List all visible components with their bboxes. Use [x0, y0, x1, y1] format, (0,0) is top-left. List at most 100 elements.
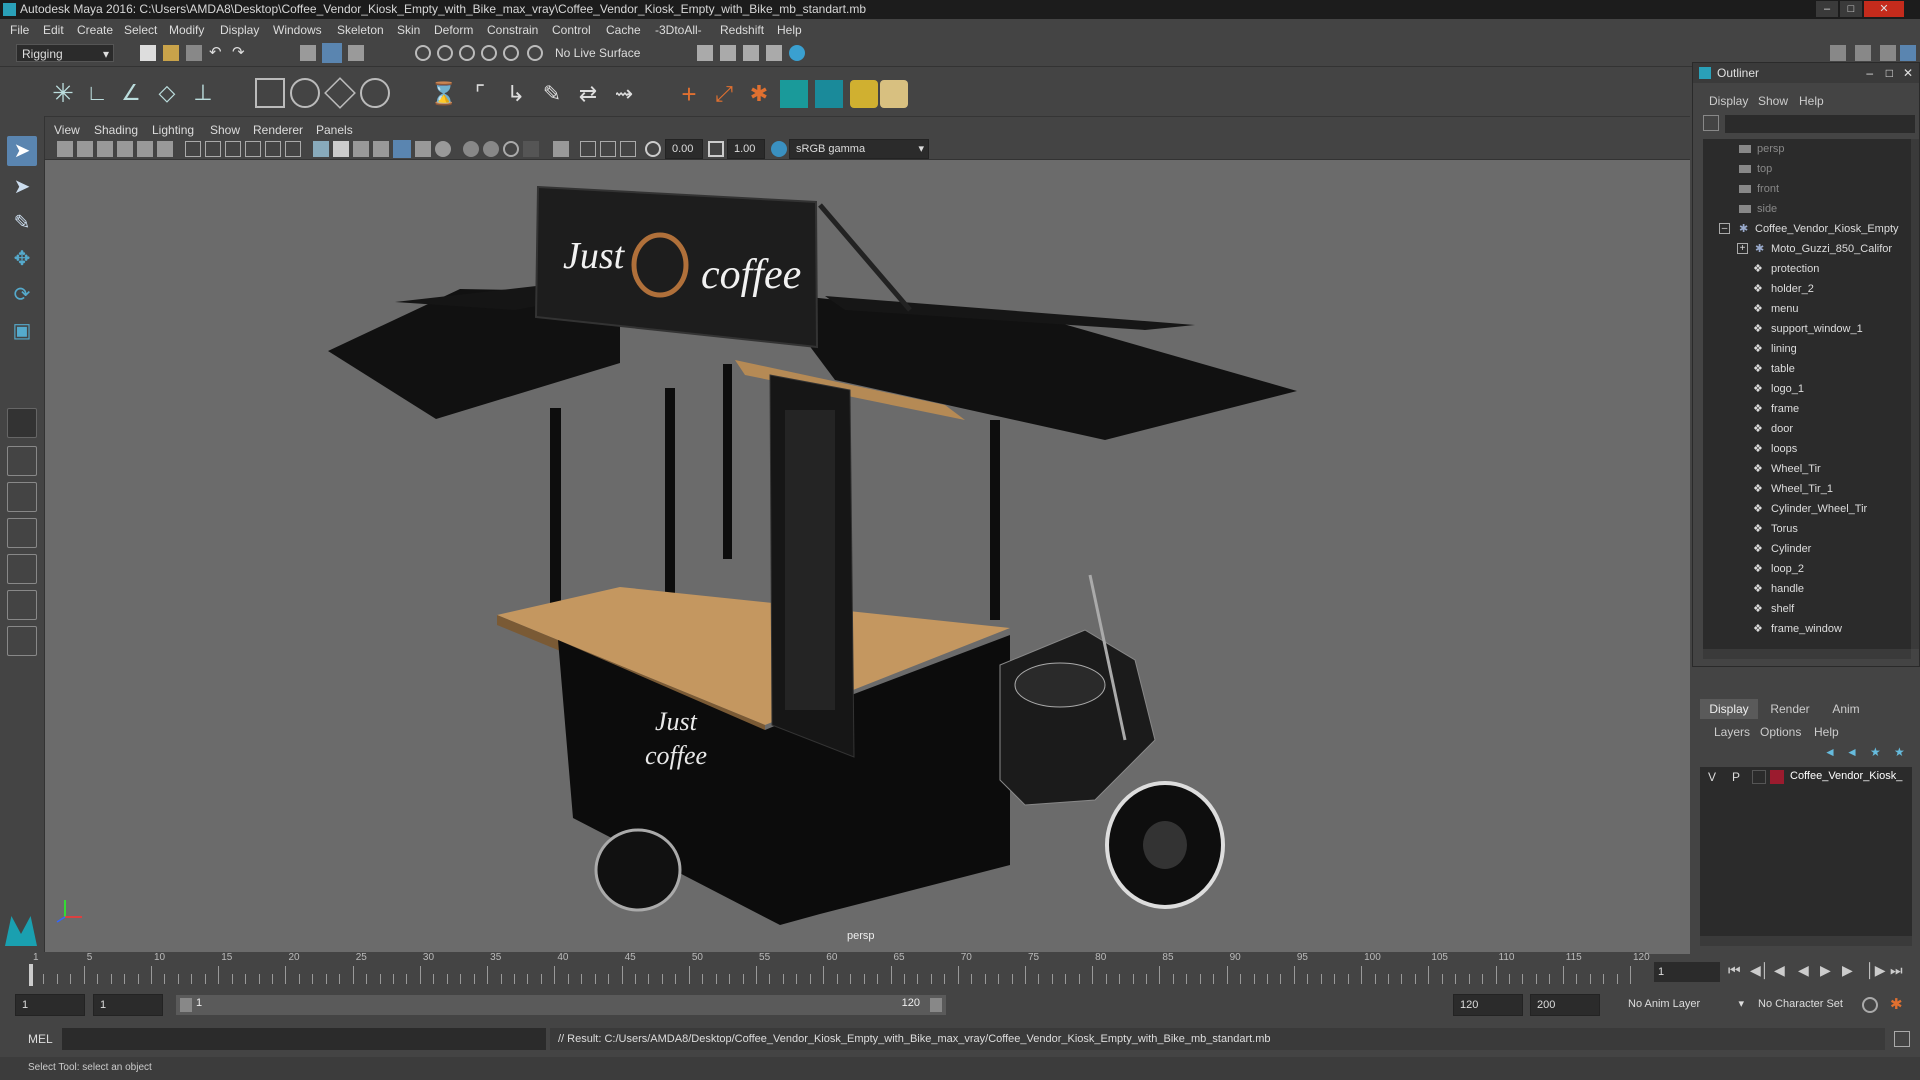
camera-attributes-icon[interactable]: [77, 141, 93, 157]
outliner-search-input[interactable]: [1725, 115, 1915, 133]
hypershade-icon[interactable]: [789, 45, 805, 61]
command-language-toggle[interactable]: MEL: [28, 1032, 53, 1046]
snap-point-icon[interactable]: [459, 45, 475, 61]
screen-space-ao-icon[interactable]: [463, 141, 479, 157]
menu-skin[interactable]: Skin: [397, 23, 420, 37]
grid-icon[interactable]: [185, 141, 201, 157]
cluster-icon[interactable]: [290, 78, 320, 108]
default-material-icon[interactable]: [353, 141, 369, 157]
select-by-hierarchy-icon[interactable]: [300, 45, 316, 61]
snap-live-icon[interactable]: [503, 45, 519, 61]
outliner-item-holder-2[interactable]: ❖ holder_2: [1703, 279, 1911, 299]
soft-mod-icon[interactable]: [360, 78, 390, 108]
outliner-horizontal-scrollbar[interactable]: [1703, 649, 1911, 659]
xray-active-components-icon[interactable]: [620, 141, 636, 157]
go-to-end-icon[interactable]: ⏭: [1890, 962, 1903, 979]
script-editor-icon[interactable]: [1894, 1031, 1910, 1047]
outliner-item-protection[interactable]: ❖ protection: [1703, 259, 1911, 279]
move-tool-icon[interactable]: ✥: [7, 244, 37, 274]
scale-tool-icon[interactable]: ▣: [7, 316, 37, 346]
layer-menu-help[interactable]: Help: [1814, 725, 1839, 739]
menu-cache[interactable]: Cache: [606, 23, 641, 37]
character-set-dropdown[interactable]: No Character Set: [1752, 994, 1864, 1016]
wrap-deformer-icon[interactable]: [324, 77, 356, 109]
snap-view-plane-icon[interactable]: [481, 45, 497, 61]
ipr-render-icon[interactable]: [743, 45, 759, 61]
menu-display[interactable]: Display: [220, 23, 259, 37]
layer-row[interactable]: V P Coffee_Vendor_Kiosk_: [1700, 767, 1912, 787]
range-handle-start[interactable]: [180, 998, 192, 1012]
xray-icon[interactable]: [580, 141, 596, 157]
outliner-item-handle[interactable]: ❖ handle: [1703, 579, 1911, 599]
outliner-item-door[interactable]: ❖ door: [1703, 419, 1911, 439]
depth-of-field-icon[interactable]: [523, 141, 539, 157]
snap-grid-icon[interactable]: [415, 45, 431, 61]
outliner-item-logo-1[interactable]: ❖ logo_1: [1703, 379, 1911, 399]
step-forward-frame-icon[interactable]: │▶: [1866, 962, 1886, 979]
menu-redshift[interactable]: Redshift: [720, 23, 764, 37]
field-chart-icon[interactable]: [265, 141, 281, 157]
gamma-icon[interactable]: [708, 141, 724, 157]
step-back-frame-icon[interactable]: ◀│: [1750, 962, 1770, 979]
undo-icon[interactable]: ↶: [209, 45, 225, 61]
outliner-maximize-button[interactable]: □: [1886, 63, 1893, 83]
go-to-start-icon[interactable]: ⏮: [1728, 962, 1741, 979]
menu-edit[interactable]: Edit: [43, 23, 64, 37]
play-forwards-icon[interactable]: ▶: [1820, 962, 1831, 979]
move-layer-up-icon[interactable]: ◄: [1824, 745, 1840, 761]
menu-control[interactable]: Control: [552, 23, 591, 37]
layer-color-swatch[interactable]: [1770, 770, 1784, 784]
menu-create[interactable]: Create: [77, 23, 113, 37]
render-frame-icon[interactable]: [720, 45, 736, 61]
outliner-item-lining[interactable]: ❖ lining: [1703, 339, 1911, 359]
outliner-item-wheel-tir-1[interactable]: ❖ Wheel_Tir_1: [1703, 479, 1911, 499]
animation-preferences-icon[interactable]: ✱: [1890, 997, 1906, 1013]
outliner-item-torus[interactable]: ❖ Torus: [1703, 519, 1911, 539]
new-layer-from-selection-icon[interactable]: ★: [1894, 745, 1910, 761]
layer-name[interactable]: Coffee_Vendor_Kiosk_: [1790, 770, 1902, 782]
attribute-editor-toggle-icon[interactable]: [1880, 45, 1896, 61]
viewport-menu-show[interactable]: Show: [210, 123, 240, 137]
menuset-dropdown[interactable]: Rigging ▾: [16, 44, 114, 62]
parent-constraint-icon[interactable]: [815, 80, 843, 108]
range-handle-end[interactable]: [930, 998, 942, 1012]
outliner-item-shelf[interactable]: ❖ shelf: [1703, 599, 1911, 619]
layer-menu-options[interactable]: Options: [1760, 725, 1801, 739]
outliner-menu-show[interactable]: Show: [1758, 94, 1788, 108]
viewport-menu-view[interactable]: View: [54, 123, 80, 137]
persp-hypershade-layout-icon[interactable]: [7, 590, 37, 620]
copy-weights-icon[interactable]: ⇝: [610, 80, 638, 108]
redo-icon[interactable]: ↷: [232, 45, 248, 61]
select-camera-icon[interactable]: [57, 141, 73, 157]
shaded-wireframe-icon[interactable]: [373, 141, 389, 157]
scale-constraint-icon[interactable]: [780, 80, 808, 108]
grease-pencil-icon[interactable]: [157, 141, 173, 157]
safe-action-icon[interactable]: [285, 141, 301, 157]
gate-mask-icon[interactable]: [245, 141, 261, 157]
select-by-component-icon[interactable]: [348, 45, 364, 61]
playback-start-field[interactable]: 1: [93, 994, 163, 1016]
viewport-persp[interactable]: Just coffee Just coffee persp: [45, 160, 1690, 954]
shadows-icon[interactable]: [435, 141, 451, 157]
auto-key-icon[interactable]: [1862, 997, 1878, 1013]
menu-select[interactable]: Select: [124, 23, 157, 37]
textured-icon[interactable]: [393, 140, 411, 158]
select-tool-icon[interactable]: ➤: [7, 136, 37, 166]
outliner-item-moto-guzzi[interactable]: + ✱ Moto_Guzzi_850_Califor: [1703, 239, 1911, 259]
menu-file[interactable]: File: [10, 23, 29, 37]
insert-joint-icon[interactable]: ◇: [152, 78, 182, 108]
single-view-layout-icon[interactable]: [7, 408, 37, 438]
channel-box-toggle-icon[interactable]: [1855, 45, 1871, 61]
render-settings-icon[interactable]: [697, 45, 713, 61]
layer-playback-toggle[interactable]: P: [1732, 770, 1740, 784]
pole-vector-icon[interactable]: [850, 80, 878, 108]
outliner-vertical-scrollbar[interactable]: [1911, 139, 1919, 649]
layer-visibility-toggle[interactable]: V: [1708, 770, 1716, 784]
exposure-field[interactable]: 0.00: [665, 139, 703, 159]
current-frame-field[interactable]: 1: [1654, 962, 1720, 982]
film-gate-icon[interactable]: [205, 141, 221, 157]
persp-graph-layout-icon[interactable]: [7, 518, 37, 548]
lattice-icon[interactable]: [255, 78, 285, 108]
outliner-item-menu[interactable]: ❖ menu: [1703, 299, 1911, 319]
use-all-lights-icon[interactable]: [415, 141, 431, 157]
